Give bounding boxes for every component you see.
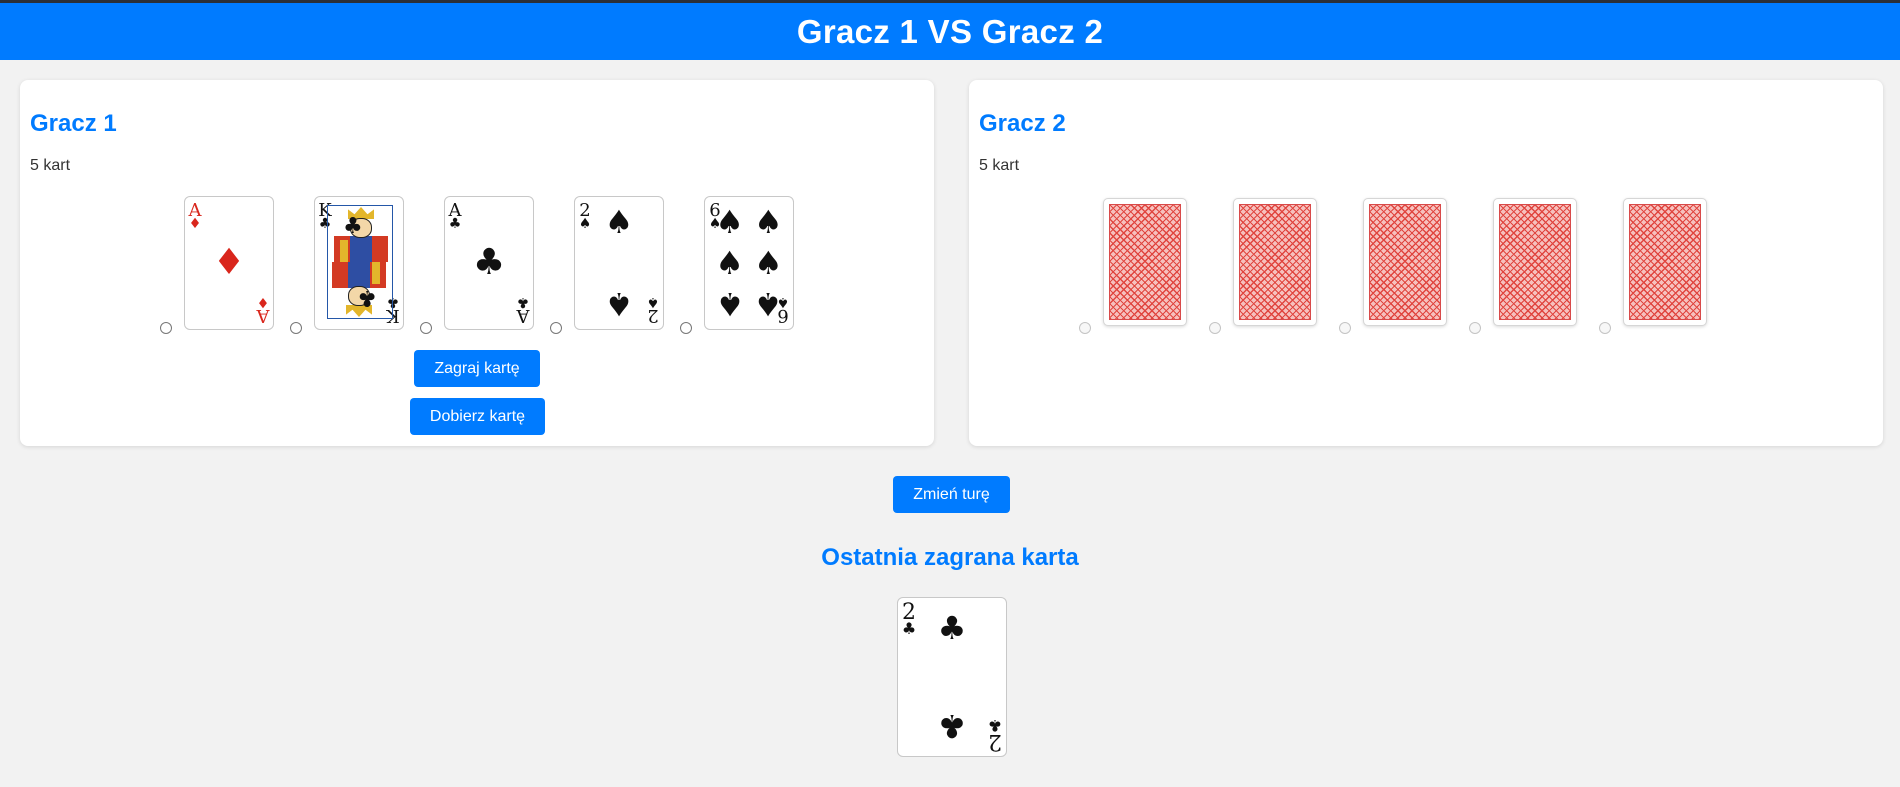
last-played-card-suit-icon: ♣ <box>901 619 917 638</box>
playing-card-suit-icon: ♠ <box>754 203 783 242</box>
player-2-card-slot <box>1339 196 1469 336</box>
card-select-radio <box>1209 322 1221 334</box>
playing-card[interactable]: A ♣ A ♣ ♣ <box>444 196 534 330</box>
game-header: Gracz 1 VS Gracz 2 <box>0 3 1900 60</box>
change-turn-button[interactable]: Zmień turę <box>893 476 1010 513</box>
last-played-card-suit-icon: ♣ <box>987 716 1003 735</box>
player-1-name: Gracz 1 <box>30 110 117 137</box>
playing-card-suit-icon: ♦ <box>188 216 202 232</box>
card-select-radio <box>1599 322 1611 334</box>
playing-card-suit-icon: ♠ <box>646 294 660 310</box>
last-played-card-corner-br: 2 ♣ <box>987 716 1003 754</box>
card-back <box>1623 198 1707 326</box>
playing-card-suit-icon: ♠ <box>715 244 744 282</box>
player-2-hand <box>969 196 1883 336</box>
player-1-card-slot: 2 ♠ 2 ♠ ♠ ♠ <box>550 196 680 336</box>
playing-card[interactable]: 2 ♠ 2 ♠ ♠ ♠ <box>574 196 664 330</box>
player-2-card-slot <box>1209 196 1339 336</box>
last-played-card-suit-icon: ♣ <box>937 609 967 648</box>
player-2-card-slot <box>1469 196 1599 336</box>
playing-card-suit-icon: ♦ <box>256 294 270 310</box>
last-played-title: Ostatnia zagrana karta <box>821 544 1079 571</box>
playing-card-suit-icon: ♠ <box>715 203 744 242</box>
card-select-radio[interactable] <box>680 322 692 334</box>
card-select-radio <box>1469 322 1481 334</box>
player-1-card-slot: A ♣ A ♣ ♣ <box>420 196 550 336</box>
playing-card-suit-icon: ♣ <box>516 294 530 310</box>
playing-card-suit-icon: ♠ <box>754 284 783 323</box>
player-1-card-count: 5 kart <box>30 157 71 174</box>
card-select-radio[interactable] <box>290 322 302 334</box>
last-played-card: 2 ♣ 2 ♣ ♣ ♣ <box>897 597 1007 757</box>
card-select-radio[interactable] <box>550 322 562 334</box>
king-robe <box>350 236 372 262</box>
card-back <box>1233 198 1317 326</box>
playing-card-king-illustration: ♣ ♣ <box>327 205 393 319</box>
player-2-name: Gracz 2 <box>979 110 1066 137</box>
play-card-button[interactable]: Zagraj kartę <box>414 350 540 387</box>
playing-card-suit-icon: ♠ <box>604 203 634 242</box>
card-back-pattern <box>1499 204 1571 320</box>
playing-card-suit-icon: ♠ <box>604 284 634 323</box>
playing-card[interactable]: A ♦ A ♦ ♦ <box>184 196 274 330</box>
player-1-panel: Gracz 1 5 kart A ♦ A ♦ ♦ K ♣ K ♣ ♣ ♣ A ♣ A ♣ ♣ 2 ♠ 2 ♠ ♠ ♠ 6 ♠ 6… <box>20 80 934 446</box>
playing-card-corner-br: A ♦ <box>256 294 270 326</box>
player-1-card-slot: 6 ♠ 6 ♠ ♠ ♠ ♠ ♠ ♠ ♠ <box>680 196 810 336</box>
card-back <box>1493 198 1577 326</box>
game-title: Gracz 1 VS Gracz 2 <box>796 12 1104 50</box>
card-back <box>1103 198 1187 326</box>
last-played-card-suit-icon: ♣ <box>937 706 967 745</box>
playing-card-suit-icon: ♣ <box>343 214 363 239</box>
king-robe <box>340 240 348 262</box>
player-2-card-count: 5 kart <box>979 157 1020 174</box>
player-1-card-slot: A ♦ A ♦ ♦ <box>160 196 290 336</box>
playing-card-suit-icon: ♠ <box>578 216 592 232</box>
playing-card[interactable]: 6 ♠ 6 ♠ ♠ ♠ ♠ ♠ ♠ ♠ <box>704 196 794 330</box>
last-played-card-corner-tl: 2 ♣ <box>901 602 917 638</box>
playing-card-corner-tl: A ♦ <box>188 202 202 232</box>
playing-card-suit-icon: ♣ <box>357 285 377 310</box>
card-back-pattern <box>1629 204 1701 320</box>
card-select-radio <box>1079 322 1091 334</box>
playing-card-king-half: ♣ <box>328 262 392 318</box>
playing-card-corner-br: A ♣ <box>516 294 530 326</box>
playing-card-suit-icon: ♠ <box>754 244 783 282</box>
player-2-card-slot <box>1599 196 1729 336</box>
playing-card-corner-tl: 2 ♠ <box>578 202 592 232</box>
player-1-card-slot: K ♣ K ♣ ♣ ♣ <box>290 196 420 336</box>
player-2-card-slot <box>1079 196 1209 336</box>
playing-card-corner-br: 2 ♠ <box>646 294 660 326</box>
card-select-radio <box>1339 322 1351 334</box>
playing-card-corner-tl: A ♣ <box>448 202 462 232</box>
player-1-hand: A ♦ A ♦ ♦ K ♣ K ♣ ♣ ♣ A ♣ A ♣ ♣ 2 ♠ 2 ♠ ♠ ♠ 6 ♠ 6 ♠ ♠ ♠ ♠ ♠ ♠ ♠ <box>20 196 934 336</box>
playing-card-suit-icon: ♦ <box>212 242 246 283</box>
playing-card-king-half: ♣ <box>328 206 392 262</box>
card-select-radio[interactable] <box>160 322 172 334</box>
playing-card-suit-icon: ♣ <box>472 242 506 283</box>
card-back-pattern <box>1239 204 1311 320</box>
draw-card-button[interactable]: Dobierz kartę <box>410 398 545 435</box>
playing-card[interactable]: K ♣ K ♣ ♣ ♣ <box>314 196 404 330</box>
player-2-panel: Gracz 2 5 kart <box>969 80 1883 446</box>
card-back <box>1363 198 1447 326</box>
card-back-pattern <box>1109 204 1181 320</box>
playing-card-suit-icon: ♠ <box>715 284 744 323</box>
king-robe <box>372 262 380 284</box>
card-select-radio[interactable] <box>420 322 432 334</box>
playing-card-suit-icon: ♣ <box>448 216 462 232</box>
card-back-pattern <box>1369 204 1441 320</box>
